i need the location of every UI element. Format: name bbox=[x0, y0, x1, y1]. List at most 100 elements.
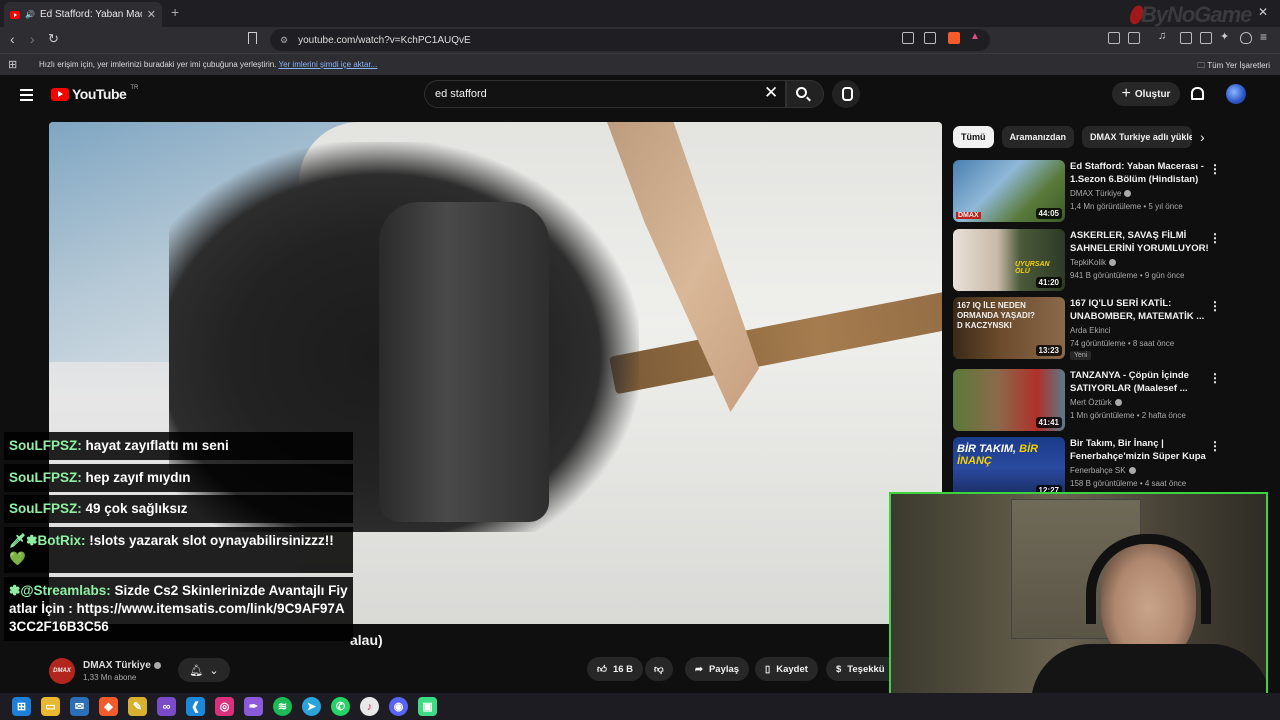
dmax-badge: DMAX bbox=[956, 212, 981, 219]
more-options-icon[interactable]: ⋮ bbox=[1209, 162, 1221, 176]
leo-ai-icon[interactable]: ✦ bbox=[1220, 30, 1232, 43]
android-icon[interactable]: ▣ bbox=[418, 697, 437, 716]
browser-tab[interactable]: 🔊 Ed Stafford: Yaban Maceras ✕ bbox=[4, 2, 162, 27]
import-bookmarks-link[interactable]: Yer imlerini şimdi içe aktar... bbox=[278, 60, 377, 69]
create-button[interactable]: + Oluştur bbox=[1112, 82, 1180, 106]
youtube-logo[interactable]: YouTube TR bbox=[51, 85, 138, 102]
thumbnail[interactable]: BİR TAKIM, BİR İNANÇ 12:27 bbox=[953, 437, 1065, 499]
recommendation-item[interactable]: DMAX 44:05 Ed Stafford: Yaban Macerası -… bbox=[953, 160, 1253, 222]
chip-next-icon[interactable]: › bbox=[1200, 129, 1205, 145]
address-bar[interactable]: ⚙ youtube.com/watch?v=KchPC1AUQvE bbox=[270, 29, 990, 51]
reading-list-icon[interactable] bbox=[1200, 32, 1212, 44]
thanks-label: Teşekkü bbox=[847, 663, 885, 675]
forward-icon[interactable]: › bbox=[30, 31, 35, 47]
apps-grid-icon[interactable]: ⊞ bbox=[8, 58, 17, 71]
thanks-button[interactable]: $ Teşekkü bbox=[826, 657, 895, 681]
music-icon[interactable]: ♪ bbox=[360, 697, 379, 716]
reload-icon[interactable]: ↻ bbox=[48, 31, 59, 47]
video-title-link[interactable]: Ed Stafford: Yaban Macerası - 1.Sezon 6.… bbox=[1070, 160, 1210, 186]
bookmark-icon[interactable] bbox=[248, 32, 257, 44]
recommendation-item[interactable]: UYURSAN ÖLÜ 41:20 ASKERLER, SAVAŞ FİLMİ S… bbox=[953, 229, 1253, 291]
whatsapp-icon[interactable]: ✆ bbox=[331, 697, 350, 716]
thumbnail[interactable]: 167 IQ İLE NEDEN ORMANDA YAŞADI? D KACZYNS… bbox=[953, 297, 1065, 359]
chip-channel[interactable]: DMAX Turkiye adlı yükle bbox=[1082, 126, 1193, 148]
channel-avatar[interactable]: DMAX bbox=[49, 658, 75, 684]
video-title-link[interactable]: 167 IQ'LU SERİ KATİL: UNABOMBER, MATEMAT… bbox=[1070, 297, 1210, 323]
hamburger-menu-icon[interactable] bbox=[20, 89, 33, 104]
tab-title: Ed Stafford: Yaban Maceras bbox=[39, 9, 142, 20]
feather-icon[interactable]: ✒ bbox=[244, 697, 263, 716]
channel-name[interactable]: Fenerbahçe SK bbox=[1070, 466, 1126, 475]
mail-icon[interactable]: ✉ bbox=[70, 697, 89, 716]
recommendation-item[interactable]: BİR TAKIM, BİR İNANÇ 12:27 Bir Takım, Bi… bbox=[953, 437, 1253, 499]
upload-age: 5 yıl önce bbox=[1148, 202, 1183, 211]
vpn-icon[interactable] bbox=[1240, 32, 1252, 44]
windows-taskbar: ⊞ ▭ ✉ ◆ ✎ ∞ ❰ ◎ ✒ ≋ ➤ ✆ ♪ ◉ ▣ bbox=[0, 693, 1280, 720]
recommendation-item[interactable]: 41:41 TANZANYA - Çöpün İçinde SATIYORLAR… bbox=[953, 369, 1253, 431]
chat-text: hep zayıf mıydın bbox=[81, 470, 191, 485]
chat-message: ✽@Streamlabs: Sizde Cs2 Skinlerinizde Av… bbox=[4, 577, 353, 641]
search-input[interactable]: ed stafford bbox=[424, 80, 786, 108]
share-button[interactable]: ➦ Paylaş bbox=[685, 657, 750, 681]
verified-icon bbox=[1114, 399, 1122, 406]
vscode-icon[interactable]: ❰ bbox=[186, 697, 205, 716]
view-count: 74 görüntüleme bbox=[1070, 339, 1126, 348]
spotify-icon[interactable]: ≋ bbox=[273, 697, 292, 716]
extensions-icon[interactable] bbox=[1108, 32, 1120, 44]
video-title-link[interactable]: TANZANYA - Çöpün İçinde SATIYORLAR (Maal… bbox=[1070, 369, 1210, 395]
notifications-bell-icon[interactable] bbox=[1191, 87, 1204, 100]
media-icon[interactable]: ♫ bbox=[1158, 30, 1170, 42]
duration-badge: 41:41 bbox=[1035, 417, 1062, 428]
discord-icon[interactable]: ◉ bbox=[389, 697, 408, 716]
channel-name[interactable]: TepkiKolik bbox=[1070, 258, 1106, 267]
windows-icon[interactable]: ⊞ bbox=[12, 697, 31, 716]
clear-search-icon[interactable]: ✕ bbox=[764, 84, 778, 101]
site-info-icon[interactable]: ⚙ bbox=[280, 35, 288, 46]
cast-icon[interactable] bbox=[902, 32, 914, 44]
thumbnail-caption: 167 IQ İLE NEDEN ORMANDA YAŞADI? D KACZYNS… bbox=[957, 301, 1035, 330]
more-options-icon[interactable]: ⋮ bbox=[1209, 231, 1221, 245]
tab-close-icon[interactable]: ✕ bbox=[147, 8, 156, 21]
sidebar-icon[interactable] bbox=[1180, 32, 1192, 44]
channel-name[interactable]: Arda Ekinci bbox=[1070, 326, 1110, 335]
chip-from-search[interactable]: Aramanızdan bbox=[1001, 126, 1075, 148]
visual-studio-icon[interactable]: ∞ bbox=[157, 697, 176, 716]
brave-rewards-icon[interactable]: ▲ bbox=[970, 31, 982, 43]
menu-icon[interactable]: ≡ bbox=[1260, 30, 1272, 44]
thumbnail[interactable]: 41:41 bbox=[953, 369, 1065, 431]
all-bookmarks-button[interactable]: 🗀 Tüm Yer İşaretleri bbox=[1197, 60, 1270, 74]
telegram-icon[interactable]: ➤ bbox=[302, 697, 321, 716]
channel-name[interactable]: DMAX Türkiye bbox=[1070, 189, 1121, 198]
wallet-icon[interactable] bbox=[1128, 32, 1140, 44]
video-title-link[interactable]: Bir Takım, Bir İnanç | Fenerbahçe'mizin … bbox=[1070, 437, 1210, 463]
subscription-bell-button[interactable]: 🔔︎ ⌄ bbox=[178, 658, 230, 682]
like-button[interactable]: 👍︎ 16 B bbox=[587, 657, 644, 681]
file-explorer-icon[interactable]: ▭ bbox=[41, 697, 60, 716]
brave-shields-icon[interactable] bbox=[948, 32, 960, 44]
chat-message: SouLFPSZ: 49 çok sağlıksız bbox=[4, 495, 353, 523]
recommendation-item[interactable]: 167 IQ İLE NEDEN ORMANDA YAŞADI? D KACZYNS… bbox=[953, 297, 1253, 360]
share-icon: ➦ bbox=[695, 663, 703, 675]
more-options-icon[interactable]: ⋮ bbox=[1209, 371, 1221, 385]
channel-name[interactable]: DMAX Türkiye bbox=[83, 660, 151, 671]
back-icon[interactable]: ‹ bbox=[10, 31, 15, 47]
channel-name[interactable]: Mert Öztürk bbox=[1070, 398, 1112, 407]
instagram-icon[interactable]: ◎ bbox=[215, 697, 234, 716]
channel-info[interactable]: DMAX DMAX Türkiye 1,33 Mn abone bbox=[49, 658, 161, 684]
paint-icon[interactable]: ✎ bbox=[128, 697, 147, 716]
chip-all[interactable]: Tümü bbox=[953, 126, 994, 148]
thumbnail[interactable]: DMAX 44:05 bbox=[953, 160, 1065, 222]
video-title-link[interactable]: ASKERLER, SAVAŞ FİLMİ SAHNELERİNİ YORUML… bbox=[1070, 229, 1210, 255]
brave-icon[interactable]: ◆ bbox=[99, 697, 118, 716]
more-options-icon[interactable]: ⋮ bbox=[1209, 299, 1221, 313]
speaker-icon[interactable]: 🔊 bbox=[25, 10, 35, 19]
window-close-icon[interactable]: ✕ bbox=[1258, 5, 1268, 19]
save-button[interactable]: ▯ Kaydet bbox=[755, 657, 818, 681]
share-page-icon[interactable] bbox=[924, 32, 936, 44]
user-avatar[interactable] bbox=[1226, 84, 1246, 104]
thumbnail[interactable]: UYURSAN ÖLÜ 41:20 bbox=[953, 229, 1065, 291]
new-tab-button[interactable]: + bbox=[171, 4, 179, 20]
dislike-button[interactable]: 👎︎ bbox=[645, 657, 673, 681]
more-options-icon[interactable]: ⋮ bbox=[1209, 439, 1221, 453]
voice-search-icon[interactable] bbox=[832, 80, 860, 108]
